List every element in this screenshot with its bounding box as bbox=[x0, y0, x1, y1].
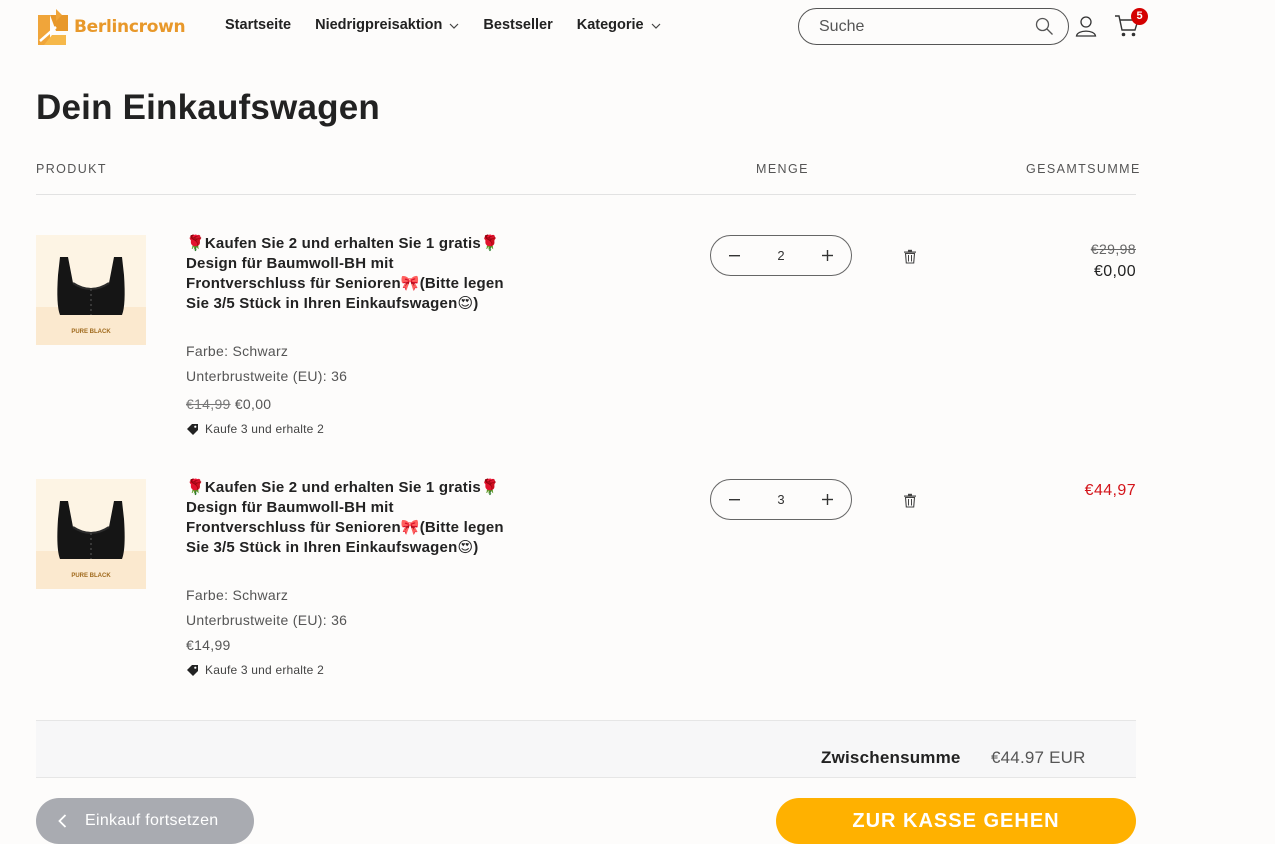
product-price: €14,99 bbox=[186, 637, 231, 653]
increase-quantity-button[interactable] bbox=[819, 247, 837, 265]
line-total-current: €0,00 bbox=[1093, 263, 1136, 280]
remove-item-button[interactable] bbox=[903, 249, 917, 269]
subtotal-label: Zwischensumme bbox=[821, 748, 961, 767]
product-image-label: PURE BLACK bbox=[71, 573, 111, 579]
quantity-value[interactable]: 3 bbox=[777, 492, 784, 507]
nav-item-label: Startseite bbox=[225, 17, 292, 33]
user-icon[interactable] bbox=[1075, 15, 1097, 42]
page-title: Dein Einkaufswagen bbox=[36, 88, 380, 127]
checkout-label: ZUR KASSE GEHEN bbox=[852, 809, 1060, 832]
brand-name: Berlincrown bbox=[74, 17, 186, 37]
main-nav: Startseite Niedrigpreisaktion Bestseller… bbox=[225, 17, 685, 33]
cart-count-badge: 5 bbox=[1131, 8, 1148, 25]
trash-icon bbox=[904, 493, 916, 508]
site-header: Berlincrown Startseite Niedrigpreisaktio… bbox=[0, 0, 1275, 52]
checkout-button[interactable]: ZUR KASSE GEHEN bbox=[776, 798, 1136, 844]
increase-quantity-button[interactable] bbox=[819, 491, 837, 509]
line-total: €29,98 €0,00 bbox=[1091, 241, 1136, 281]
line-total-current: €44,97 bbox=[1084, 482, 1136, 499]
search-input[interactable] bbox=[819, 17, 1019, 36]
nav-item-label: Kategorie bbox=[576, 17, 644, 33]
tag-icon bbox=[187, 423, 198, 435]
nav-item-label: Bestseller bbox=[483, 17, 553, 33]
subtotal-value: €44.97 EUR bbox=[991, 748, 1086, 767]
nav-item-kategorie[interactable]: Kategorie bbox=[577, 17, 661, 33]
nav-item-niedrigpreisaktion[interactable]: Niedrigpreisaktion bbox=[315, 17, 459, 33]
promo-text: Kaufe 3 und erhalte 2 bbox=[205, 422, 324, 436]
quantity-stepper: 2 bbox=[710, 235, 852, 276]
product-size: Unterbrustweite (EU): 36 bbox=[186, 612, 348, 628]
product-price: €14,99 €0,00 bbox=[186, 396, 271, 412]
product-title[interactable]: 🌹Kaufen Sie 2 und erhalten Sie 1 gratis🌹… bbox=[186, 234, 506, 314]
price-original: €14,99 bbox=[186, 396, 231, 412]
search-box bbox=[798, 8, 1069, 45]
decrease-quantity-button[interactable] bbox=[725, 491, 743, 509]
product-color: Farbe: Schwarz bbox=[186, 587, 289, 603]
promo-tag: Kaufe 3 und erhalte 2 bbox=[186, 422, 324, 436]
product-color: Farbe: Schwarz bbox=[186, 343, 289, 359]
product-size: Unterbrustweite (EU): 36 bbox=[186, 368, 348, 384]
line-total-original: €29,98 bbox=[1090, 241, 1136, 257]
nav-item-label: Niedrigpreisaktion bbox=[315, 17, 443, 33]
product-image[interactable]: PURE BLACK bbox=[36, 479, 146, 589]
remove-item-button[interactable] bbox=[903, 493, 917, 513]
product-image-label: PURE BLACK bbox=[71, 329, 111, 335]
column-header-quantity: MENGE bbox=[756, 162, 809, 176]
quantity-stepper: 3 bbox=[710, 479, 852, 520]
line-total: €44,97 bbox=[1085, 482, 1136, 500]
search-icon[interactable] bbox=[1035, 17, 1054, 41]
column-header-total: GESAMTSUMME bbox=[1026, 162, 1141, 176]
promo-text: Kaufe 3 und erhalte 2 bbox=[205, 663, 324, 677]
brand-logo[interactable]: Berlincrown bbox=[36, 7, 186, 47]
tag-icon bbox=[187, 664, 198, 676]
trash-icon bbox=[904, 249, 916, 264]
chevron-down-icon bbox=[651, 17, 661, 33]
continue-shopping-label: Einkauf fortsetzen bbox=[85, 812, 219, 829]
product-image[interactable]: PURE BLACK bbox=[36, 235, 146, 345]
quantity-value[interactable]: 2 bbox=[777, 248, 784, 263]
continue-shopping-button[interactable]: Einkauf fortsetzen bbox=[36, 798, 254, 844]
price-current: €0,00 bbox=[234, 396, 272, 412]
chevron-left-icon bbox=[58, 814, 67, 828]
cart-summary: Zwischensumme €44.97 EUR bbox=[36, 720, 1136, 778]
chevron-down-icon bbox=[449, 17, 459, 33]
nav-item-startseite[interactable]: Startseite bbox=[225, 17, 291, 33]
logo-mark-icon bbox=[36, 7, 72, 47]
promo-tag: Kaufe 3 und erhalte 2 bbox=[186, 663, 324, 677]
decrease-quantity-button[interactable] bbox=[725, 247, 743, 265]
nav-item-bestseller[interactable]: Bestseller bbox=[483, 17, 552, 33]
header-divider bbox=[36, 194, 1136, 195]
column-header-product: PRODUKT bbox=[36, 162, 107, 176]
product-title[interactable]: 🌹Kaufen Sie 2 und erhalten Sie 1 gratis🌹… bbox=[186, 478, 506, 558]
